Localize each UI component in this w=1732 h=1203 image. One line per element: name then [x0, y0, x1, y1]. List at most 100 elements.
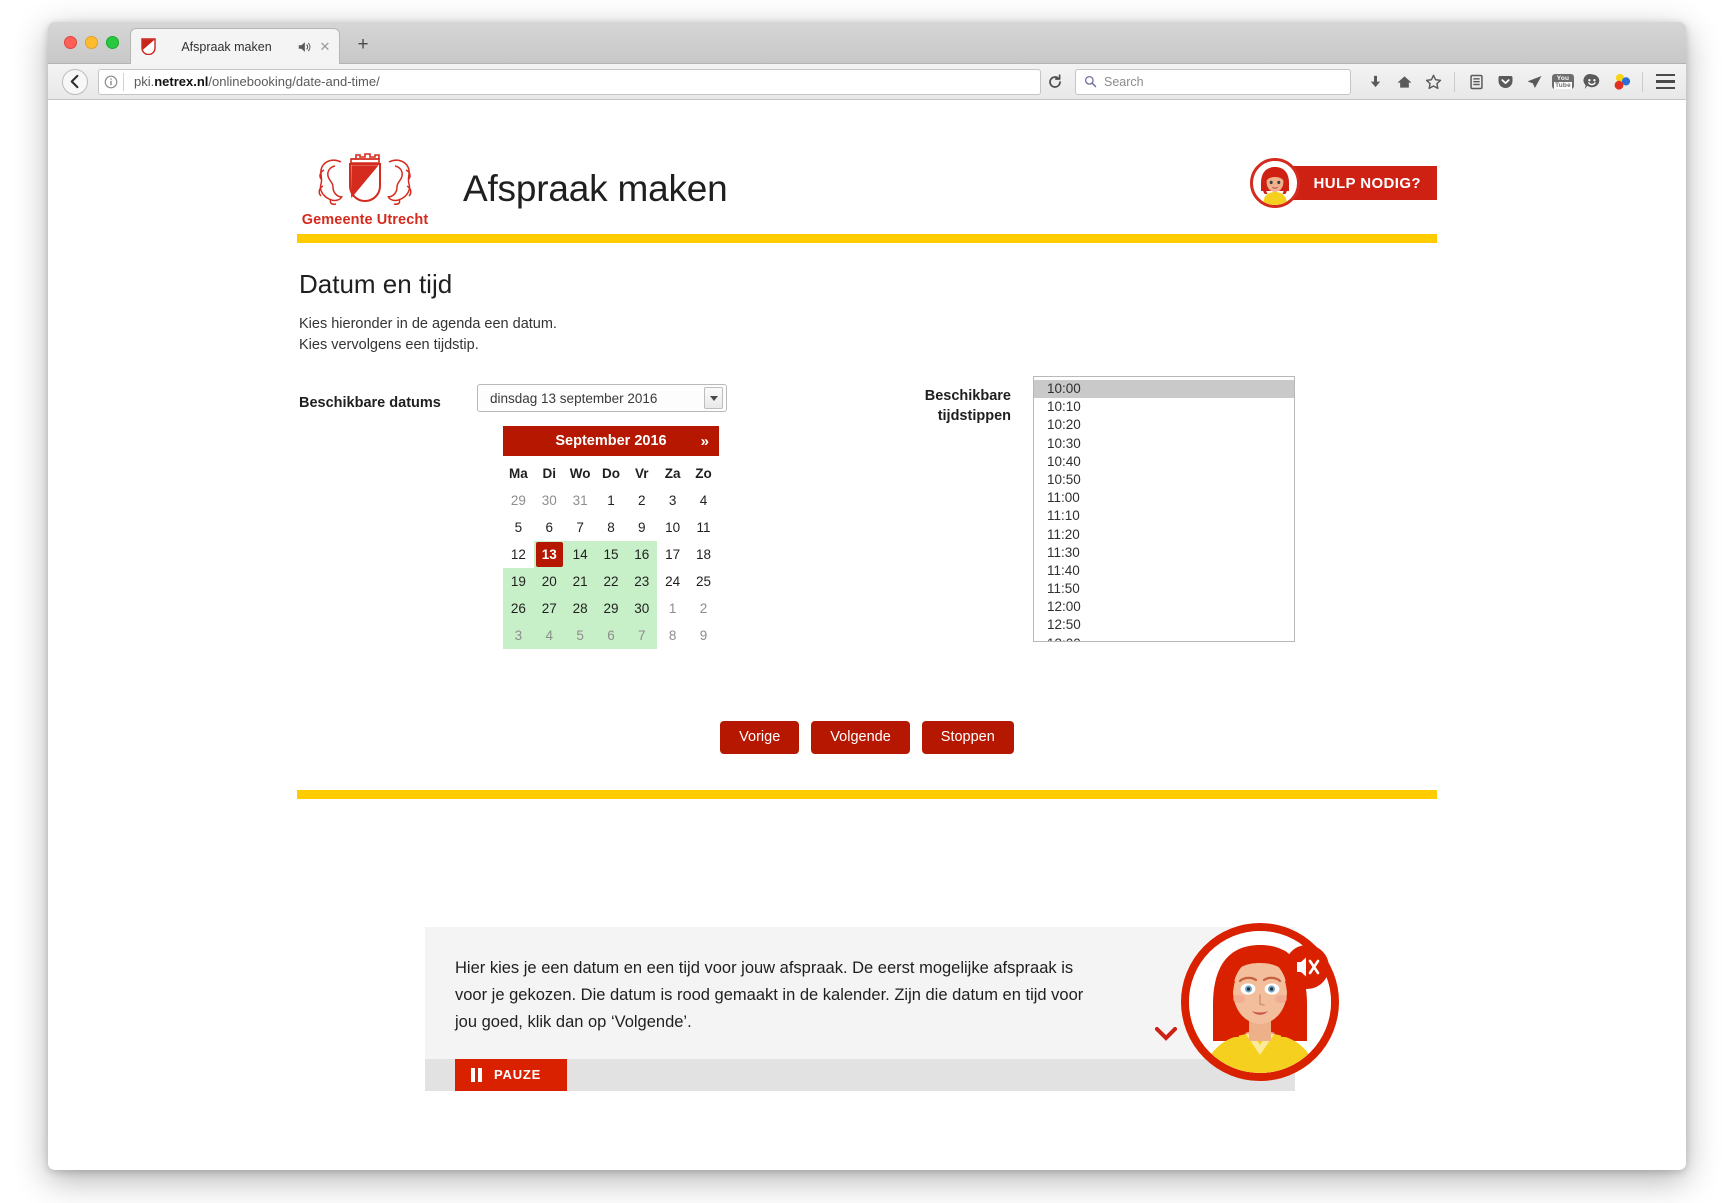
- time-option[interactable]: 13:00: [1034, 635, 1294, 641]
- pocket-icon[interactable]: [1493, 70, 1517, 94]
- calendar-day-4[interactable]: 4: [533, 622, 565, 649]
- mute-speaker-icon[interactable]: [1285, 944, 1329, 989]
- page-title: Afspraak maken: [463, 168, 728, 209]
- help-panel-footer: PAUZE: [425, 1058, 1295, 1091]
- stoppen-button[interactable]: Stoppen: [921, 721, 1014, 754]
- page-viewport: Gemeente Utrecht Afspraak maken HULP NOD…: [48, 100, 1686, 1169]
- calendar-day-16[interactable]: 16: [626, 541, 658, 568]
- download-icon[interactable]: [1363, 70, 1387, 94]
- youtube-icon-top: You: [1556, 74, 1570, 82]
- send-icon[interactable]: [1522, 70, 1546, 94]
- browser-navigation-bar: pki.netrex.nl/onlinebooking/date-and-tim…: [48, 64, 1686, 100]
- smiley-icon[interactable]: [1580, 70, 1604, 94]
- browser-window: Afspraak maken ✕ + pki.netrex.nl/onlineb…: [48, 22, 1686, 1170]
- calendar-day-29: 29: [510, 493, 526, 508]
- chevron-down-icon[interactable]: [1154, 1024, 1178, 1047]
- browser-tab-title: Afspraak maken: [181, 39, 272, 54]
- time-listbox[interactable]: 10:00 10:10 10:20 10:30 10:40 10:50 11:00 11:10…: [1033, 376, 1295, 642]
- calendar-day-9: 9: [638, 520, 646, 535]
- time-option[interactable]: 11:00: [1034, 489, 1294, 507]
- time-option[interactable]: 10:30: [1034, 435, 1294, 453]
- url-bar[interactable]: pki.netrex.nl/onlinebooking/date-and-tim…: [98, 68, 1041, 95]
- back-button[interactable]: [62, 68, 88, 95]
- calendar-day-23[interactable]: 23: [626, 568, 658, 595]
- calendar-day-15[interactable]: 15: [595, 541, 627, 568]
- speaker-icon[interactable]: [297, 40, 311, 54]
- time-option[interactable]: 10:40: [1034, 453, 1294, 471]
- time-option[interactable]: 11:40: [1034, 562, 1294, 580]
- calendar-day-14[interactable]: 14: [564, 541, 596, 568]
- close-window-button[interactable]: [64, 36, 77, 49]
- calendar-day-22[interactable]: 22: [595, 568, 627, 595]
- time-option[interactable]: 12:00: [1034, 598, 1294, 616]
- time-option[interactable]: 10:20: [1034, 416, 1294, 434]
- star-icon[interactable]: [1421, 70, 1445, 94]
- site-logo[interactable]: Gemeente Utrecht: [299, 148, 431, 228]
- time-field-label-line-1: Beschikbare: [924, 388, 1011, 404]
- browser-tab[interactable]: Afspraak maken ✕: [130, 28, 340, 64]
- assistant-avatar-icon[interactable]: [1177, 919, 1343, 1085]
- youtube-icon[interactable]: You Tube: [1551, 70, 1575, 94]
- colored-dots-icon[interactable]: [1609, 70, 1633, 94]
- calendar-day-29[interactable]: 29: [595, 595, 627, 622]
- minimize-window-button[interactable]: [85, 36, 98, 49]
- calendar-day-26[interactable]: 26: [503, 595, 534, 622]
- calendar-day-27[interactable]: 27: [533, 595, 565, 622]
- search-input[interactable]: Search: [1075, 68, 1351, 95]
- reload-button[interactable]: [1041, 73, 1069, 90]
- date-time-picker: Beschikbare datums dinsdag 13 september …: [299, 376, 1435, 649]
- main-content: Datum en tijd Kies hieronder in de agend…: [297, 243, 1437, 754]
- calendar-week-row: 29 30 31 1 2 3 4: [503, 487, 719, 514]
- reload-icon: [1049, 73, 1061, 88]
- help-badge-button[interactable]: HULP NODIG?: [1249, 158, 1437, 228]
- time-option[interactable]: 11:20: [1034, 526, 1294, 544]
- calendar-day-20[interactable]: 20: [533, 568, 565, 595]
- maximize-window-button[interactable]: [106, 36, 119, 49]
- calendar-day-30[interactable]: 30: [626, 595, 658, 622]
- browser-tab-strip: Afspraak maken ✕ +: [48, 22, 1686, 64]
- url-prefix: pki.: [134, 74, 155, 89]
- site-logo-wordmark: Gemeente Utrecht: [301, 212, 429, 228]
- bottom-divider-rule: [297, 789, 1437, 799]
- toolbar-divider-2: [1642, 71, 1643, 92]
- calendar-day-28[interactable]: 28: [564, 595, 596, 622]
- home-icon[interactable]: [1392, 70, 1416, 94]
- calendar-day-13[interactable]: 13: [533, 541, 565, 568]
- new-tab-button[interactable]: +: [353, 35, 373, 56]
- time-option[interactable]: 11:30: [1034, 544, 1294, 562]
- calendar-day-12: 12: [510, 547, 526, 562]
- calendar-weekday-ma: Ma: [509, 466, 528, 481]
- library-icon[interactable]: [1464, 70, 1488, 94]
- calendar-day-selected: 13: [535, 542, 563, 567]
- calendar-day-5[interactable]: 5: [564, 622, 596, 649]
- calendar-day-19[interactable]: 19: [503, 568, 534, 595]
- url-domain: netrex.nl: [154, 74, 209, 89]
- back-arrow-icon: [70, 74, 78, 89]
- calendar-day-7: 7: [576, 520, 584, 535]
- calendar-week-row: 12 13 14 15 16 17 18: [503, 541, 719, 568]
- time-option[interactable]: 10:10: [1034, 398, 1294, 416]
- time-option[interactable]: 11:10: [1034, 507, 1294, 525]
- calendar-day-7[interactable]: 7: [626, 622, 658, 649]
- date-picker-column: Beschikbare datums dinsdag 13 september …: [299, 384, 729, 649]
- time-option[interactable]: 12:50: [1034, 616, 1294, 634]
- date-select[interactable]: dinsdag 13 september 2016: [477, 384, 727, 412]
- chevron-down-icon[interactable]: [704, 387, 723, 409]
- time-option[interactable]: 10:50: [1034, 471, 1294, 489]
- calendar-day-3[interactable]: 3: [503, 622, 534, 649]
- calendar-day-6: 6: [545, 520, 554, 535]
- calendar-day-6[interactable]: 6: [595, 622, 627, 649]
- calendar-week-row: 19 20 21 22 23 24 25: [503, 568, 719, 595]
- hamburger-menu-icon[interactable]: [1652, 70, 1678, 94]
- calendar-day-21[interactable]: 21: [564, 568, 596, 595]
- volgende-button[interactable]: Volgende: [811, 721, 910, 754]
- close-icon[interactable]: ✕: [319, 40, 331, 53]
- info-icon[interactable]: [99, 75, 123, 89]
- time-option[interactable]: 11:50: [1034, 580, 1294, 598]
- calendar-day-2: 2: [699, 601, 708, 616]
- calendar-next-month-button[interactable]: »: [701, 426, 709, 456]
- time-option[interactable]: 10:00: [1034, 380, 1294, 399]
- vorige-button[interactable]: Vorige: [720, 721, 800, 754]
- calendar-weekday-do: Do: [601, 466, 620, 481]
- pause-button[interactable]: PAUZE: [455, 1058, 568, 1091]
